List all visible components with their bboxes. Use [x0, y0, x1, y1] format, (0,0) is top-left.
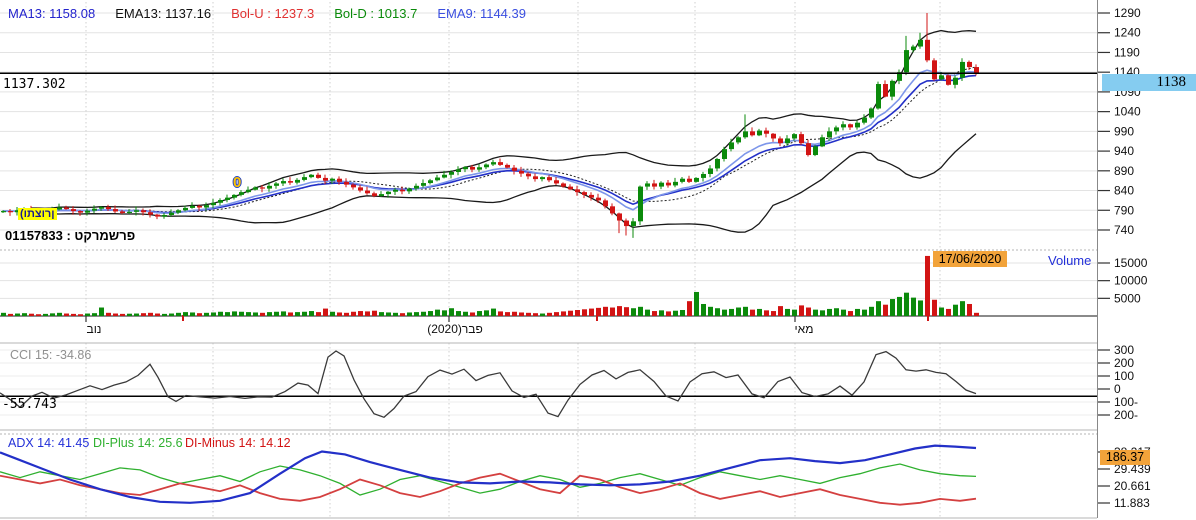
month-label: פבר(2020) — [427, 322, 483, 336]
adx-line — [0, 446, 976, 503]
cci-level-label: -55.743 — [2, 397, 57, 412]
cci-axis-label: 200 — [1114, 356, 1134, 370]
y-axis-label: 840 — [1114, 184, 1134, 198]
y-axis-label: 1290 — [1114, 6, 1141, 20]
y-axis-label: 1190 — [1114, 45, 1140, 59]
month-label: מאי — [795, 322, 814, 336]
main-legend-item-1: EMA13: 1137.16 — [115, 6, 211, 21]
adx-legend-item-0: ADX 14: 41.45 — [8, 436, 89, 450]
y-axis-label: 1040 — [1114, 105, 1141, 119]
month-label: נוב — [87, 322, 102, 336]
adx-axis-label: 20.661 — [1114, 479, 1151, 493]
instrument-label: פרשמרקט : 01157833 — [5, 228, 135, 243]
crosshair-date-badge: 17/06/2020 — [933, 251, 1007, 267]
adx-axis-label: 11.883 — [1114, 496, 1150, 510]
cci-axis-label: 100- — [1114, 395, 1138, 409]
zero-annotation-marker: 0 — [233, 174, 241, 191]
volume-panel-title: Volume — [1048, 253, 1091, 268]
volume-axis-label: 10000 — [1114, 274, 1148, 288]
main-legend-item-0: MA13: 1158.08 — [8, 6, 95, 21]
y-axis-label: 940 — [1114, 144, 1134, 158]
price-level-label: 1137.302 — [3, 77, 66, 92]
cci-axis-label: 200- — [1114, 408, 1138, 422]
bollinger-upper-line — [31, 31, 976, 209]
adx-legend-item-1: DI-Plus 14: 25.6 — [93, 436, 183, 450]
yellow-annotation: (ותצורן — [18, 208, 57, 220]
trading-chart-window: 1290124011901140109010409909408908407907… — [0, 0, 1196, 520]
volume-axis-label: 15000 — [1114, 256, 1148, 270]
main-legend-item-3: Bol-D : 1013.7 — [334, 6, 417, 21]
cci-legend: CCI 15: -34.86 — [10, 348, 91, 362]
bollinger-lower-line — [31, 134, 976, 233]
y-axis-label: 740 — [1114, 223, 1134, 237]
y-axis-label: 890 — [1114, 164, 1134, 178]
cci-axis-label: 100 — [1114, 369, 1134, 383]
main-legend-item-2: Bol-U : 1237.3 — [231, 6, 314, 21]
cci-axis-label: 0 — [1114, 382, 1121, 396]
y-axis-label: 1240 — [1114, 26, 1141, 40]
y-axis-label: 990 — [1114, 124, 1134, 138]
last-price-badge: 1138 — [1102, 74, 1196, 91]
volume-bars-layer — [1, 256, 979, 316]
main-legend-item-4: EMA9: 1144.39 — [437, 6, 526, 21]
volume-axis-label: 5000 — [1114, 291, 1141, 305]
ema13-line — [3, 76, 976, 213]
candles-layer — [1, 13, 979, 238]
cci-axis-label: 300 — [1114, 343, 1134, 357]
cci-line — [0, 351, 976, 417]
y-axis-label: 790 — [1114, 203, 1134, 217]
main-indicator-legend: MA13: 1158.08 EMA13: 1137.16 Bol-U : 1237.… — [8, 6, 546, 21]
adx-legend-item-2: DI-Minus 14: 14.12 — [185, 436, 291, 450]
adx-value-badge: 186.37 — [1100, 450, 1150, 465]
di-plus-line — [0, 464, 976, 495]
